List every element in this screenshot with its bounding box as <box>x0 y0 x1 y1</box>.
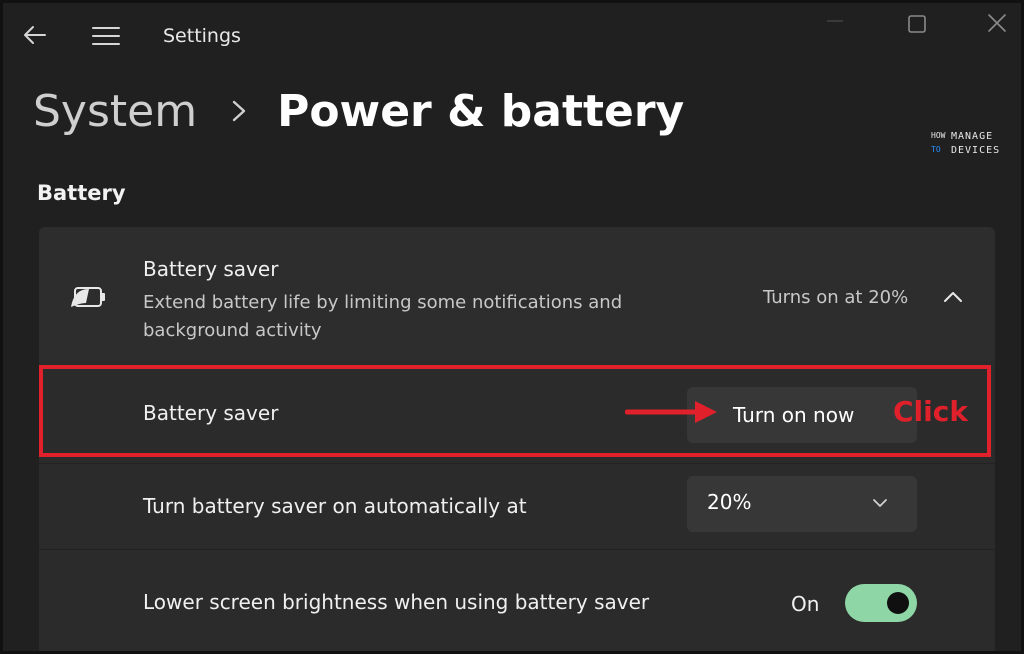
turn-on-row-label: Battery saver <box>143 401 279 425</box>
minimize-icon[interactable] <box>815 9 855 43</box>
close-icon[interactable] <box>977 9 1017 43</box>
watermark-to: TO <box>931 145 941 154</box>
battery-saver-turn-on-row: Battery saver Turn on now <box>39 361 995 461</box>
annotation-click-label: Click <box>893 395 968 428</box>
watermark-manage: MANAGE <box>951 131 994 142</box>
back-arrow-icon[interactable] <box>21 21 49 49</box>
battery-saver-title: Battery saver <box>143 257 279 281</box>
maximize-icon[interactable] <box>897 9 937 43</box>
hamburger-menu-icon[interactable] <box>91 23 121 49</box>
threshold-dropdown-value: 20% <box>707 490 752 514</box>
battery-saver-icon <box>71 287 105 307</box>
battery-saver-header[interactable]: Battery saver Extend battery life by lim… <box>39 227 995 361</box>
battery-saver-description: Extend battery life by limiting some not… <box>143 292 623 341</box>
lower-brightness-label: Lower screen brightness when using batte… <box>143 590 650 614</box>
watermark-how: HOW <box>931 131 946 140</box>
chevron-right-icon <box>232 100 246 122</box>
breadcrumb: System Power & battery <box>33 79 684 143</box>
app-title: Settings <box>163 25 241 47</box>
watermark-logo: HOW TO MANAGE DEVICES <box>931 131 1013 161</box>
watermark-devices: DEVICES <box>951 145 1001 156</box>
lower-brightness-row: Lower screen brightness when using batte… <box>39 549 995 651</box>
lower-brightness-toggle-state: On <box>791 592 820 616</box>
chevron-up-icon[interactable] <box>941 287 965 307</box>
annotation-arrow-icon <box>625 401 717 423</box>
chevron-down-icon <box>873 499 887 507</box>
page-title: Power & battery <box>277 85 685 137</box>
battery-saver-card: Battery saver Extend battery life by lim… <box>39 227 995 651</box>
section-title-battery: Battery <box>37 181 126 205</box>
auto-threshold-label: Turn battery saver on automatically at <box>143 494 527 518</box>
breadcrumb-parent-system[interactable]: System <box>33 86 197 137</box>
battery-saver-status: Turns on at 20% <box>763 287 909 308</box>
title-bar: Settings <box>3 3 1021 73</box>
turn-on-now-button[interactable]: Turn on now <box>687 387 917 443</box>
settings-window: Settings System Power & battery HOW TO M… <box>0 0 1024 654</box>
toggle-knob <box>887 592 909 614</box>
threshold-dropdown[interactable]: 20% <box>687 476 917 532</box>
lower-brightness-toggle[interactable] <box>845 584 917 622</box>
auto-threshold-row: Turn battery saver on automatically at 2… <box>39 463 995 548</box>
